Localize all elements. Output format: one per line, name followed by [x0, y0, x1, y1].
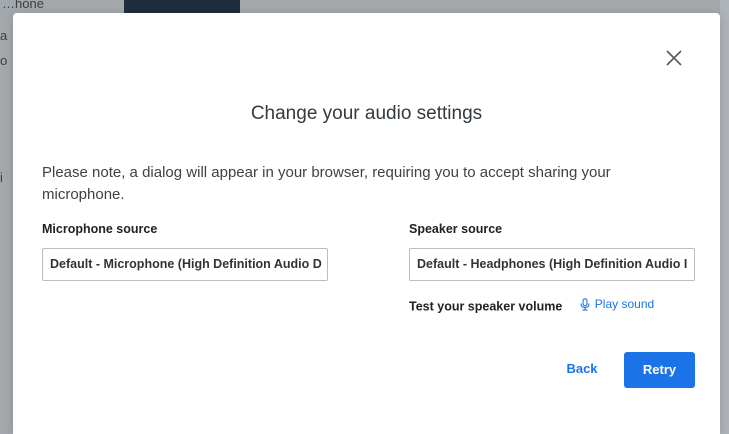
background-fragment: o — [0, 53, 8, 68]
microphone-source-label: Microphone source — [42, 222, 158, 236]
background-strip — [720, 0, 729, 434]
browser-permission-note: Please note, a dialog will appear in you… — [42, 164, 611, 203]
close-icon — [666, 50, 682, 66]
background-text: …hone — [2, 0, 44, 11]
play-sound-label: Play sound — [594, 297, 655, 311]
microphone-icon — [580, 297, 590, 311]
microphone-source-select[interactable]: Default - Microphone (High Definition Au… — [42, 248, 328, 281]
close-button[interactable] — [663, 47, 685, 69]
audio-settings-dialog: Change your audio settings Please note, … — [13, 13, 720, 434]
speaker-test-row: Test your speaker volume Play sound — [409, 297, 654, 314]
dialog-title: Change your audio settings — [250, 103, 483, 124]
background-tab — [124, 0, 240, 14]
background-fragment: a — [0, 28, 8, 43]
background-fragment: i — [0, 170, 3, 185]
speaker-test-label: Test your speaker volume — [409, 299, 563, 314]
play-sound-link[interactable]: Play sound — [580, 297, 654, 311]
speaker-source-select[interactable]: Default - Headphones (High Definition Au… — [409, 248, 695, 281]
speaker-source-label: Speaker source — [409, 222, 503, 236]
retry-button[interactable]: Retry — [624, 352, 695, 388]
back-button[interactable]: Back — [557, 355, 607, 383]
